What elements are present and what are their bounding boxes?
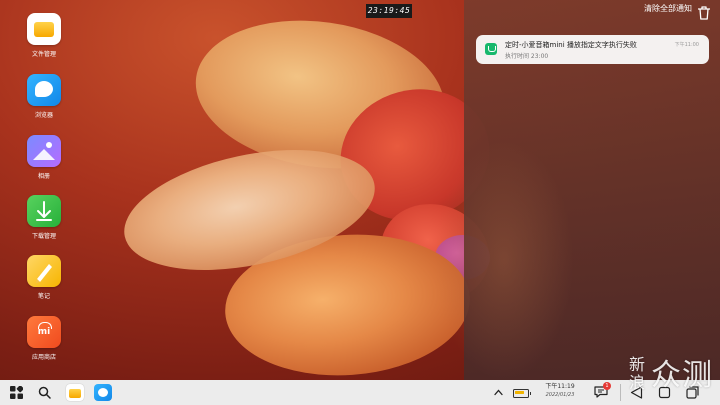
watermark-small-text: 新浪: [629, 355, 647, 392]
files-icon: [27, 13, 61, 45]
chevron-up-icon[interactable]: [493, 387, 504, 398]
notification-card[interactable]: 定时-小爱音箱mini 播放指定文字执行失败 执行时间 23:00 下午11:0…: [476, 35, 709, 64]
desktop-icon-files[interactable]: 文件管理: [24, 13, 64, 58]
notification-subtitle: 执行时间 23:00: [505, 53, 549, 60]
taskbar-divider: [620, 384, 621, 401]
download-icon: [27, 195, 61, 227]
desktop-icon-label: 笔记: [37, 293, 50, 300]
taskbar: 下午11:19 2022/01/23 1: [0, 380, 720, 405]
app-store-icon: mi: [27, 316, 61, 348]
taskbar-browser-icon[interactable]: [94, 384, 112, 401]
search-icon[interactable]: [38, 386, 51, 399]
desktop-icon-label: 下载管理: [31, 233, 56, 240]
watermark-big-text: 众测: [651, 358, 713, 393]
site-watermark: 新浪 众测: [629, 356, 715, 400]
battery-icon[interactable]: [513, 389, 531, 398]
notification-time: 下午11:00: [674, 42, 699, 48]
xiaoai-icon: [485, 43, 497, 55]
desktop-icon-download[interactable]: 下载管理: [24, 195, 64, 240]
notification-title: 定时-小爱音箱mini 播放指定文字执行失败: [505, 41, 637, 49]
desktop-icon-browser[interactable]: 浏览器: [24, 74, 64, 119]
desktop-icon-label: 浏览器: [34, 112, 53, 119]
desktop-icon-notes[interactable]: 笔记: [24, 255, 64, 300]
trash-icon[interactable]: [697, 5, 711, 20]
desktop-icon-app-store[interactable]: mi 应用商店: [24, 316, 64, 361]
notification-count-badge: 1: [603, 382, 611, 390]
desktop-icon-label: 相册: [37, 173, 50, 180]
start-menu-icon[interactable]: [10, 386, 23, 399]
desktop-icon-label: 应用商店: [31, 354, 56, 361]
taskbar-clock-date[interactable]: 2022/01/23: [540, 391, 580, 400]
notes-icon: [27, 255, 61, 287]
clock-widget: 23:19:45: [366, 4, 412, 18]
desktop-icon-photos[interactable]: 相册: [24, 135, 64, 180]
desktop-icon-label: 文件管理: [31, 51, 56, 58]
clear-all-notifications-button[interactable]: 清除全部通知: [644, 3, 692, 14]
taskbar-files-icon[interactable]: [66, 384, 84, 401]
taskbar-clock-time[interactable]: 下午11:19: [540, 382, 580, 391]
browser-icon: [27, 74, 61, 106]
app-store-glyph: mi: [37, 327, 51, 337]
photos-icon: [27, 135, 61, 167]
